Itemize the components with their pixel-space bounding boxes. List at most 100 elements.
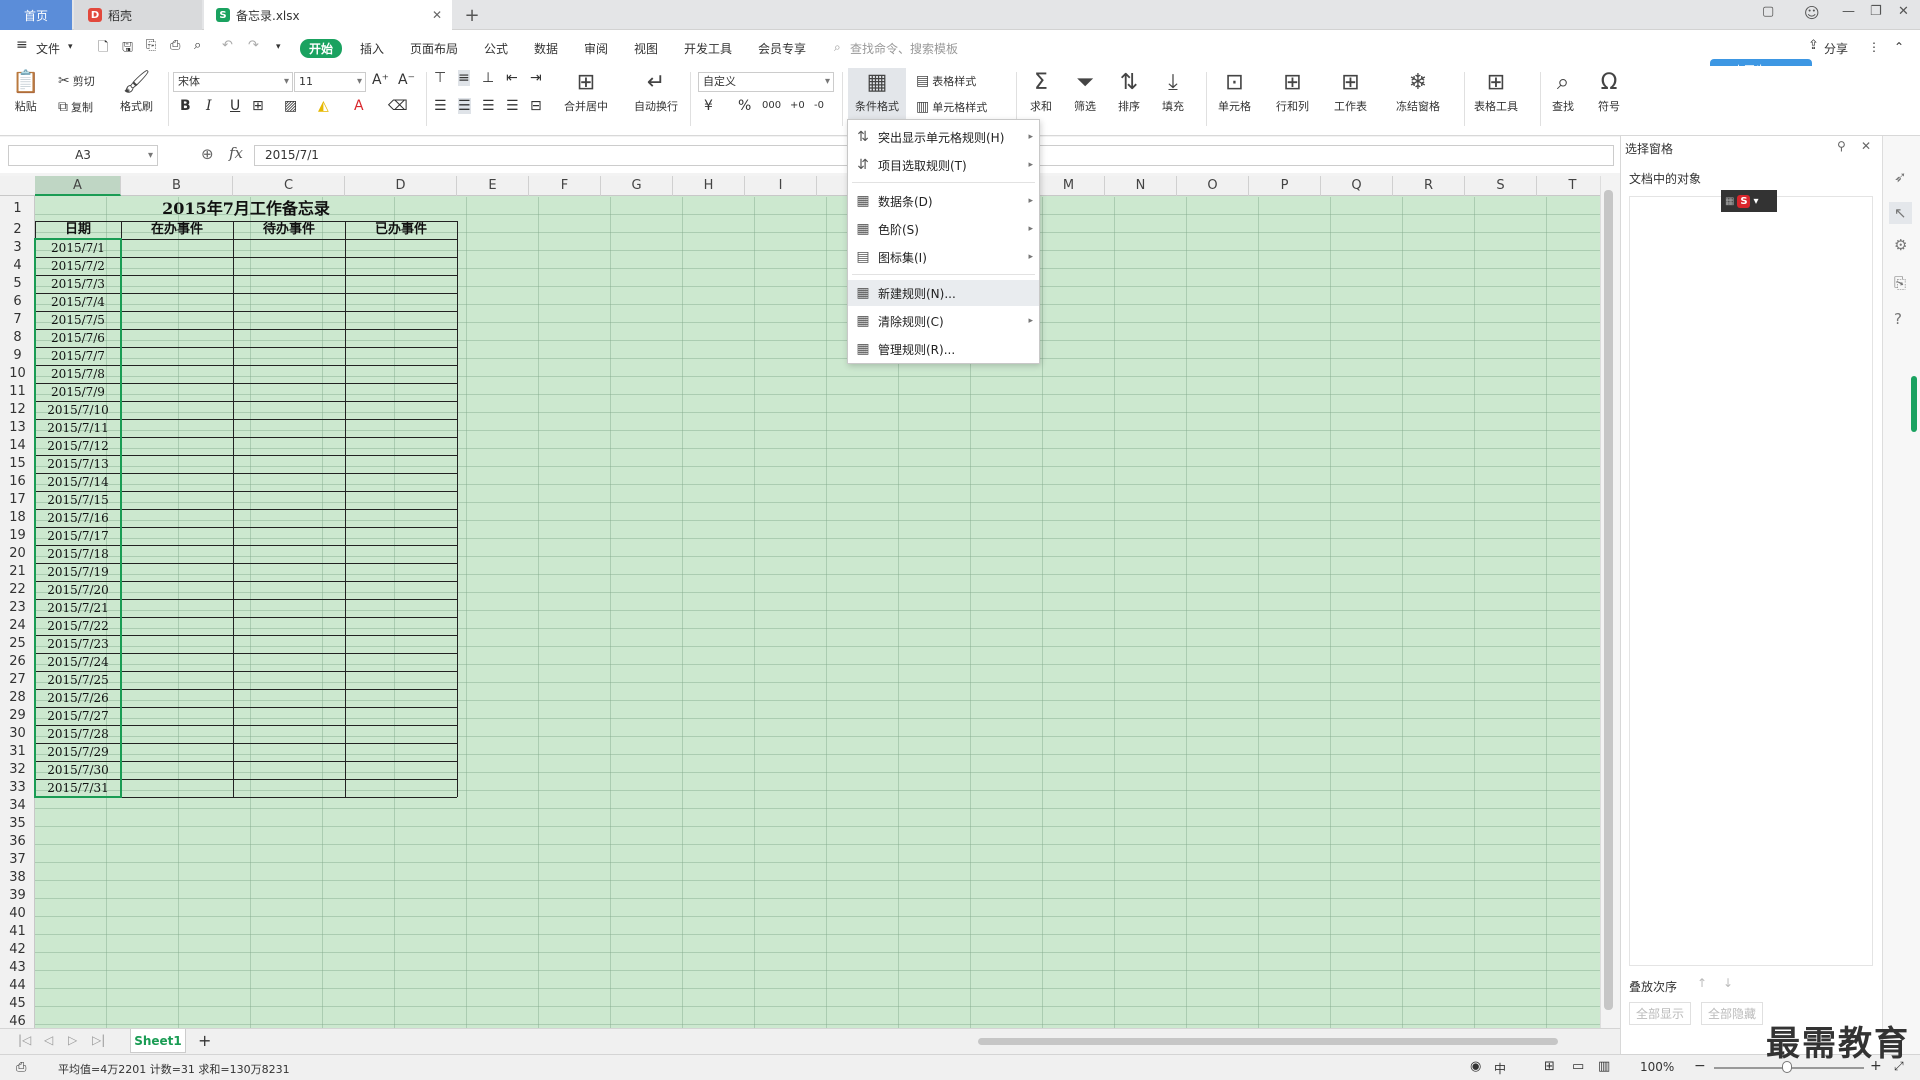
row-header-37[interactable]: 37 — [0, 851, 35, 869]
eye-protection-icon[interactable]: ◉ — [1470, 1059, 1481, 1074]
underline-button[interactable]: U — [230, 98, 240, 114]
bold-button[interactable]: B — [180, 98, 191, 114]
row-header-29[interactable]: 29 — [0, 707, 35, 725]
indent-decrease-icon[interactable]: ⇤ — [506, 70, 518, 86]
column-header-a[interactable]: A — [35, 176, 121, 196]
column-header-d[interactable]: D — [345, 176, 457, 196]
increase-decimal-button[interactable]: +0 — [790, 100, 805, 111]
cf-menu-item[interactable]: ▦ 清除规则(C) ▸ — [848, 308, 1039, 334]
zoom-out-button[interactable]: − — [1694, 1058, 1706, 1074]
bring-forward-icon[interactable]: ↑ — [1697, 976, 1707, 990]
paste-button[interactable]: 📋 粘贴 — [12, 68, 39, 114]
new-tab-button[interactable]: + — [460, 0, 484, 30]
row-header-41[interactable]: 41 — [0, 923, 35, 941]
header-cell[interactable]: 日期 — [35, 221, 121, 239]
row-header-28[interactable]: 28 — [0, 689, 35, 707]
macro-record-icon[interactable]: ⎙ — [16, 1060, 26, 1075]
help-icon[interactable]: ? — [1894, 310, 1902, 328]
cf-menu-item[interactable]: ▦ 新建规则(N)... — [848, 280, 1039, 306]
row-header-21[interactable]: 21 — [0, 563, 35, 581]
number-format-select[interactable]: 自定义 — [698, 72, 834, 92]
tab-home[interactable]: 首页 — [0, 0, 72, 30]
align-center-icon[interactable]: ☰ — [458, 98, 471, 114]
font-color-icon[interactable]: A — [354, 98, 364, 114]
column-header-p[interactable]: P — [1249, 176, 1321, 196]
side-scroll-indicator[interactable] — [1911, 376, 1917, 432]
font-name-select[interactable]: 宋体 — [173, 72, 293, 92]
row-header-20[interactable]: 20 — [0, 545, 35, 563]
window-layout-icon[interactable]: ▢ — [1762, 4, 1774, 19]
justify-icon[interactable]: ☰ — [506, 98, 519, 114]
row-header-18[interactable]: 18 — [0, 509, 35, 527]
column-header-q[interactable]: Q — [1321, 176, 1393, 196]
worksheet-button[interactable]: ⊞ 工作表 — [1334, 68, 1367, 114]
row-col-button[interactable]: ⊞ 行和列 — [1276, 68, 1309, 114]
merge-center-button[interactable]: ⊞ 合并居中 — [564, 68, 608, 114]
hide-all-button[interactable]: 全部隐藏 — [1701, 1002, 1764, 1025]
objects-list[interactable] — [1629, 196, 1873, 966]
fill-style-icon[interactable]: ▨ — [284, 98, 297, 114]
vertical-scrollbar[interactable] — [1600, 176, 1616, 1028]
row-header-16[interactable]: 16 — [0, 473, 35, 491]
font-size-select[interactable]: 11 — [294, 72, 366, 92]
find-button[interactable]: ⌕ 查找 — [1552, 68, 1574, 114]
italic-button[interactable]: I — [206, 98, 212, 114]
close-pane-icon[interactable]: ✕ — [1861, 139, 1871, 153]
cf-menu-item[interactable]: ▦ 色阶(S) ▸ — [848, 216, 1039, 242]
zoom-level[interactable]: 100% — [1640, 1060, 1674, 1074]
print-icon[interactable]: ⎙ — [170, 38, 180, 53]
row-header-42[interactable]: 42 — [0, 941, 35, 959]
decrease-decimal-button[interactable]: -0 — [814, 100, 824, 111]
align-bottom-icon[interactable]: ⊥ — [482, 70, 494, 86]
cf-menu-item[interactable]: ⇅ 突出显示单元格规则(H) ▸ — [848, 124, 1039, 150]
row-header-35[interactable]: 35 — [0, 815, 35, 833]
row-header-12[interactable]: 12 — [0, 401, 35, 419]
copy-format-icon[interactable]: ⎘ — [1894, 274, 1906, 292]
minimize-icon[interactable]: — — [1842, 4, 1855, 19]
row-header-10[interactable]: 10 — [0, 365, 35, 383]
save-icon[interactable]: 🖫 — [122, 38, 133, 60]
search-command-input[interactable]: 查找命令、搜索模板 — [850, 40, 958, 57]
cf-menu-item[interactable]: ▤ 图标集(I) ▸ — [848, 244, 1039, 270]
select-cursor-icon[interactable]: ↖ — [1889, 202, 1912, 224]
symbol-button[interactable]: Ω 符号 — [1598, 68, 1620, 114]
header-cell[interactable]: 已办事件 — [345, 221, 457, 239]
row-header-30[interactable]: 30 — [0, 725, 35, 743]
row-header-34[interactable]: 34 — [0, 797, 35, 815]
menu-data[interactable]: 数据 — [534, 40, 558, 57]
insert-function-icon[interactable]: fx — [229, 144, 243, 162]
row-header-31[interactable]: 31 — [0, 743, 35, 761]
align-top-icon[interactable]: ⊤ — [434, 70, 446, 86]
distribute-icon[interactable]: ⊟ — [530, 98, 542, 114]
menu-formula[interactable]: 公式 — [484, 40, 508, 57]
header-cell[interactable]: 在办事件 — [121, 221, 233, 239]
row-header-7[interactable]: 7 — [0, 311, 35, 329]
row-header-5[interactable]: 5 — [0, 275, 35, 293]
conditional-format-button[interactable]: ▦ 条件格式 — [848, 68, 906, 120]
column-header-o[interactable]: O — [1177, 176, 1249, 196]
row-header-9[interactable]: 9 — [0, 347, 35, 365]
cell-style-button[interactable]: ▥ 单元格样式 — [916, 99, 987, 115]
indent-increase-icon[interactable]: ⇥ — [530, 70, 542, 86]
column-header-c[interactable]: C — [233, 176, 345, 196]
row-header-23[interactable]: 23 — [0, 599, 35, 617]
align-left-icon[interactable]: ☰ — [434, 98, 447, 114]
align-middle-icon[interactable]: ≡ — [458, 70, 470, 86]
floating-object-chip[interactable]: ▦ S ▾ — [1721, 190, 1777, 212]
rocket-icon[interactable]: ➶ — [1894, 168, 1907, 186]
menu-insert[interactable]: 插入 — [360, 40, 384, 57]
collapse-ribbon-icon[interactable]: ⌃ — [1894, 40, 1904, 54]
send-backward-icon[interactable]: ↓ — [1723, 976, 1733, 990]
page-layout-view-icon[interactable]: ▭ — [1572, 1059, 1584, 1074]
input-language[interactable]: 中 — [1494, 1060, 1506, 1077]
currency-button[interactable]: ¥ — [704, 98, 713, 114]
table-tools-button[interactable]: ⊞ 表格工具 — [1474, 68, 1518, 114]
row-header-44[interactable]: 44 — [0, 977, 35, 995]
print-preview-icon[interactable]: ⌕ — [194, 38, 201, 53]
menu-member[interactable]: 会员专享 — [758, 40, 806, 57]
cf-menu-item[interactable]: ▦ 管理规则(R)... — [848, 336, 1039, 362]
border-icon[interactable]: ⊞ — [252, 98, 264, 114]
vertical-scroll-thumb[interactable] — [1604, 190, 1613, 1010]
memo-title[interactable]: 2015年7月工作备忘录 — [35, 196, 457, 221]
menu-page-layout[interactable]: 页面布局 — [410, 40, 458, 57]
